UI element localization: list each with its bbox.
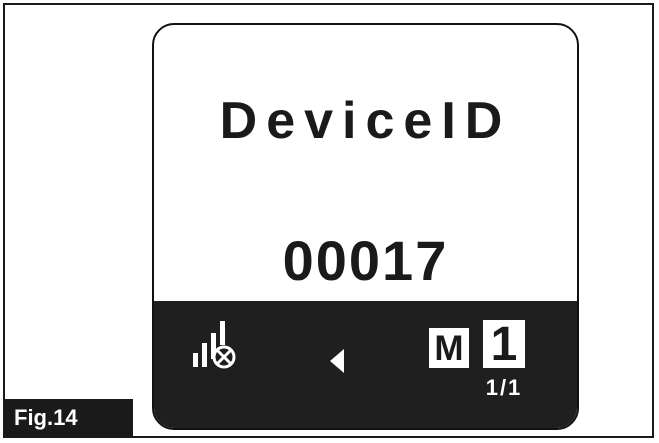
device-id-value: 00017 [282,229,449,292]
figure-label: Fig.14 [3,399,133,438]
status-bar: M 1 1/1 [154,301,577,428]
device-screen: DeviceID 00017 M 1 1/1 [152,23,579,430]
page-indicator: 1/1 [485,375,523,400]
mode-indicator: M [429,328,469,368]
mode-number: 1 [483,320,525,370]
left-arrow-icon[interactable] [328,347,346,375]
signal-bars-disconnected-icon [193,321,236,369]
screen-title: DeviceID [219,92,512,150]
